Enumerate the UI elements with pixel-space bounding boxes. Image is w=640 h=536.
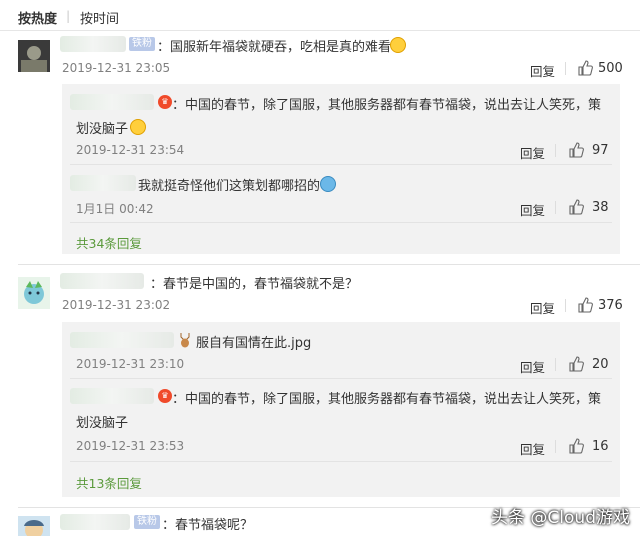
replies-box: ♛ ：中国的春节，除了国服，其他服务器都有春节福袋，说出去让人笑死，策 划没脑子…: [62, 84, 620, 254]
comment-text: ：春节福袋呢？: [162, 518, 254, 533]
reply-time: 2019-12-31 23:10: [76, 357, 185, 371]
sort-by-time-tab[interactable]: 按时间: [80, 8, 119, 27]
reply-time: 2019-12-31 23:54: [76, 143, 185, 157]
username-blurred[interactable]: [60, 36, 126, 52]
watermark: 头条 @Cloud游戏: [491, 508, 630, 528]
reply-text: ：中国的春节，除了国服，其他服务器都有春节福袋，说出去让人笑死，策: [172, 392, 602, 407]
comment-separator: [18, 264, 640, 265]
deer-emoji-icon: [180, 333, 190, 348]
shocked-emoji-icon: [130, 119, 146, 135]
reply-time: 2019-12-31 23:53: [76, 439, 185, 453]
like-count: 16: [592, 439, 609, 454]
username-blurred[interactable]: [60, 273, 144, 289]
fan-badge: 铁粉: [134, 515, 160, 529]
username-blurred[interactable]: [60, 514, 130, 530]
more-replies-link[interactable]: 共13条回复: [76, 473, 142, 492]
replies-box: 服自有国情在此.jpg 2019-12-31 23:10 回复 20 ♛ ：中国…: [62, 322, 620, 497]
comment-text: ：春节是中国的，春节福袋就不是？: [150, 277, 359, 292]
grimace-emoji-icon: [390, 37, 406, 53]
like-count: 97: [592, 143, 609, 158]
like-count: 20: [592, 357, 609, 372]
reply-button[interactable]: 回复: [520, 357, 545, 376]
sort-by-hot-tab[interactable]: 按热度: [18, 8, 57, 27]
thumbs-up-icon[interactable]: [568, 438, 584, 454]
thumbs-up-icon[interactable]: [577, 297, 593, 313]
reply-button[interactable]: 回复: [530, 61, 555, 80]
more-replies-link[interactable]: 共34条回复: [76, 233, 142, 252]
vip-badge-icon: ♛: [158, 389, 172, 403]
username-blurred[interactable]: [70, 94, 154, 110]
username-blurred[interactable]: [70, 175, 136, 191]
reply-text-cont: 划没脑子: [76, 122, 129, 137]
username-blurred[interactable]: [70, 332, 174, 348]
reply-button[interactable]: 回复: [520, 200, 545, 219]
avatar[interactable]: [18, 516, 50, 536]
divider: [565, 299, 566, 312]
username-blurred[interactable]: [70, 388, 154, 404]
separator: [70, 378, 612, 379]
like-count: 376: [598, 298, 623, 313]
fan-badge: 铁粉: [129, 37, 155, 51]
shrug-emoji-icon: [320, 176, 336, 192]
reply-text-cont: 划没脑子: [76, 416, 129, 431]
thumbs-up-icon[interactable]: [577, 60, 593, 76]
thumbs-up-icon[interactable]: [568, 199, 584, 215]
vip-badge-icon: ♛: [158, 95, 172, 109]
reply-time: 1月1日 00:42: [76, 202, 154, 216]
separator: [70, 461, 612, 462]
divider: [555, 358, 556, 371]
divider: [565, 62, 566, 75]
comment-text: ：国服新年福袋就硬吞，吃相是真的难看: [157, 40, 392, 55]
like-count: 500: [598, 61, 623, 76]
reply-button[interactable]: 回复: [520, 143, 545, 162]
separator: [70, 164, 612, 165]
thumbs-up-icon[interactable]: [568, 356, 584, 372]
comment-time: 2019-12-31 23:02: [62, 298, 171, 312]
divider: [555, 144, 556, 157]
thumbs-up-icon[interactable]: [568, 142, 584, 158]
reply-text: 服自有国情在此.jpg: [196, 336, 312, 351]
divider: [555, 440, 556, 453]
divider: [555, 201, 556, 214]
separator: [70, 222, 612, 223]
reply-text: 我就挺奇怪他们这策划都哪招的: [138, 179, 321, 194]
like-count: 38: [592, 200, 609, 215]
reply-button[interactable]: 回复: [520, 439, 545, 458]
avatar[interactable]: [18, 277, 50, 309]
comment-time: 2019-12-31 23:05: [62, 61, 171, 75]
reply-button[interactable]: 回复: [530, 298, 555, 317]
avatar[interactable]: [18, 40, 50, 72]
sort-bar: 按热度 | 按时间: [0, 0, 640, 31]
reply-text: ：中国的春节，除了国服，其他服务器都有春节福袋，说出去让人笑死，策: [172, 98, 602, 113]
sort-divider: |: [66, 8, 71, 23]
